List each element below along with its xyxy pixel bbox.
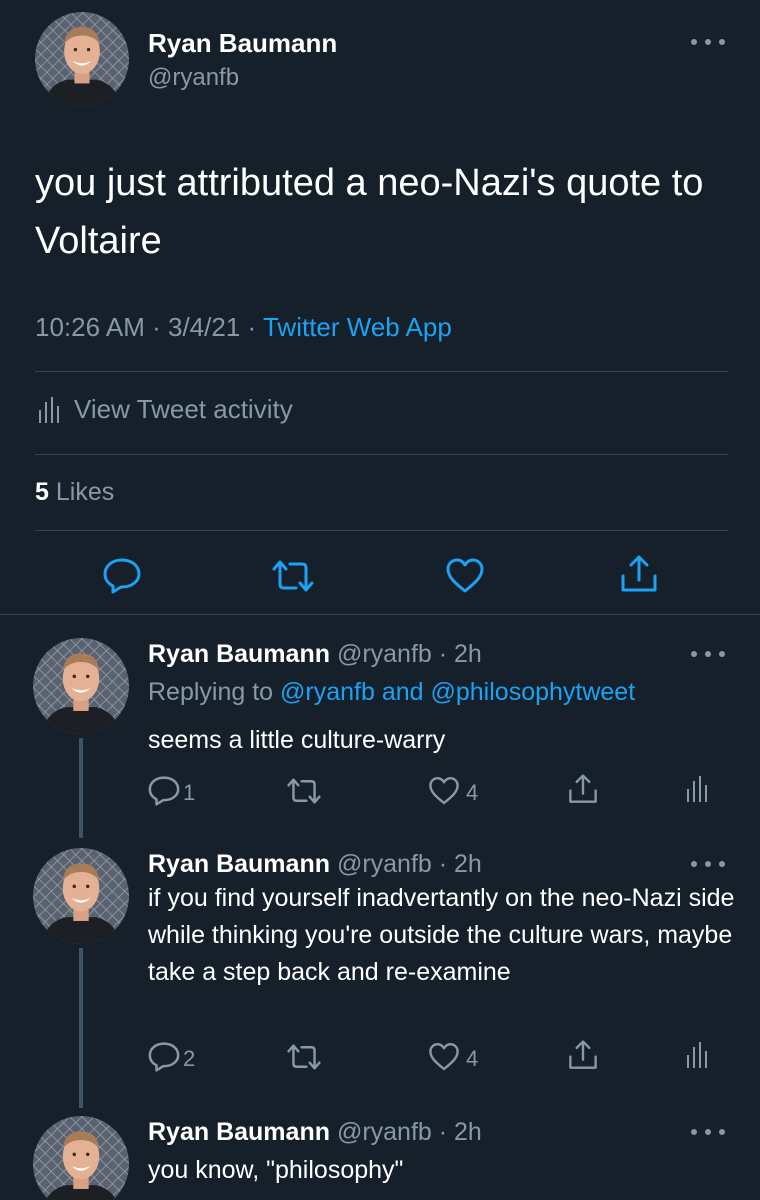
likes-count[interactable]: 5 Likes xyxy=(35,478,114,507)
divider xyxy=(35,454,728,455)
reply-actions: 2 4 xyxy=(0,1038,760,1078)
author-name[interactable]: Ryan Baumann xyxy=(148,850,330,878)
tweet-meta: 10:26 AM · 3/4/21 · Twitter Web App xyxy=(35,312,452,343)
tweet-source[interactable]: Twitter Web App xyxy=(263,312,452,342)
analytics-icon xyxy=(39,396,59,423)
analytics-icon[interactable] xyxy=(686,774,708,804)
retweet-icon[interactable] xyxy=(286,1044,322,1070)
author-name[interactable]: Ryan Baumann xyxy=(148,1118,330,1146)
tweet-time[interactable]: 10:26 AM xyxy=(35,312,145,342)
replying-mentions[interactable]: @ryanfb and @philosophytweet xyxy=(280,678,635,706)
reply-header: Ryan Baumann @ryanfb · 2h xyxy=(148,1118,482,1147)
meta-separator: · xyxy=(247,312,257,342)
author-name[interactable]: Ryan Baumann xyxy=(148,28,337,59)
replying-to: Replying to @ryanfb and @philosophytweet xyxy=(148,678,635,707)
reply-tweet[interactable]: Ryan Baumann @ryanfb · 2h you know, "phi… xyxy=(0,1116,760,1200)
reply-icon[interactable] xyxy=(148,776,180,806)
reply-text: seems a little culture-warry xyxy=(148,726,446,754)
more-options-icon[interactable] xyxy=(691,36,725,48)
like-icon[interactable] xyxy=(428,776,460,806)
tweet-actions xyxy=(0,548,760,604)
like-count: 4 xyxy=(466,780,479,805)
avatar[interactable] xyxy=(33,848,129,944)
likes-number: 5 xyxy=(35,478,49,506)
share-icon[interactable] xyxy=(620,554,658,594)
more-options-icon[interactable] xyxy=(691,858,725,870)
author-handle[interactable]: @ryanfb xyxy=(148,64,239,92)
tweet-date[interactable]: 3/4/21 xyxy=(168,312,240,342)
handle-time: @ryanfb · 2h xyxy=(336,1118,482,1146)
handle-time: @ryanfb · 2h xyxy=(336,850,482,878)
author-name[interactable]: Ryan Baumann xyxy=(148,640,330,668)
divider xyxy=(0,614,760,615)
likes-label: Likes xyxy=(55,478,115,506)
avatar[interactable] xyxy=(33,1116,129,1200)
replying-prefix: Replying to xyxy=(148,678,274,706)
more-options-icon[interactable] xyxy=(691,1126,725,1138)
analytics-icon[interactable] xyxy=(686,1040,708,1070)
divider xyxy=(35,371,728,372)
tweet-text: you just attributed a neo-Nazi's quote t… xyxy=(35,162,704,262)
retweet-icon[interactable] xyxy=(271,560,315,592)
meta-separator: · xyxy=(152,312,161,342)
reply-icon[interactable] xyxy=(148,1042,180,1072)
reply-header: Ryan Baumann @ryanfb · 2h xyxy=(148,640,482,669)
reply-text: you know, "philosophy" xyxy=(148,1156,404,1184)
share-icon[interactable] xyxy=(568,1038,598,1072)
retweet-icon[interactable] xyxy=(286,778,322,804)
reply-tweet[interactable]: Ryan Baumann @ryanfb · 2h if you find yo… xyxy=(0,848,760,1098)
like-icon[interactable] xyxy=(445,558,485,594)
handle-time: @ryanfb · 2h xyxy=(336,640,482,668)
avatar[interactable] xyxy=(33,638,129,734)
main-tweet: Ryan Baumann @ryanfb you just attributed… xyxy=(0,0,760,615)
share-icon[interactable] xyxy=(568,772,598,806)
reply-text: if you find yourself inadvertantly on th… xyxy=(148,884,735,986)
reply-header: Ryan Baumann @ryanfb · 2h xyxy=(148,850,482,879)
reply-actions: 1 4 xyxy=(0,772,760,812)
like-icon[interactable] xyxy=(428,1042,460,1072)
avatar[interactable] xyxy=(35,12,129,106)
divider xyxy=(35,530,728,531)
reply-count: 2 xyxy=(183,1046,196,1071)
activity-label: View Tweet activity xyxy=(74,394,293,424)
more-options-icon[interactable] xyxy=(691,648,725,660)
reply-icon[interactable] xyxy=(103,558,141,594)
reply-tweet[interactable]: Ryan Baumann @ryanfb · 2h Replying to @r… xyxy=(0,638,760,838)
view-tweet-activity[interactable]: View Tweet activity xyxy=(38,394,293,425)
reply-count: 1 xyxy=(183,780,196,805)
like-count: 4 xyxy=(466,1046,479,1071)
